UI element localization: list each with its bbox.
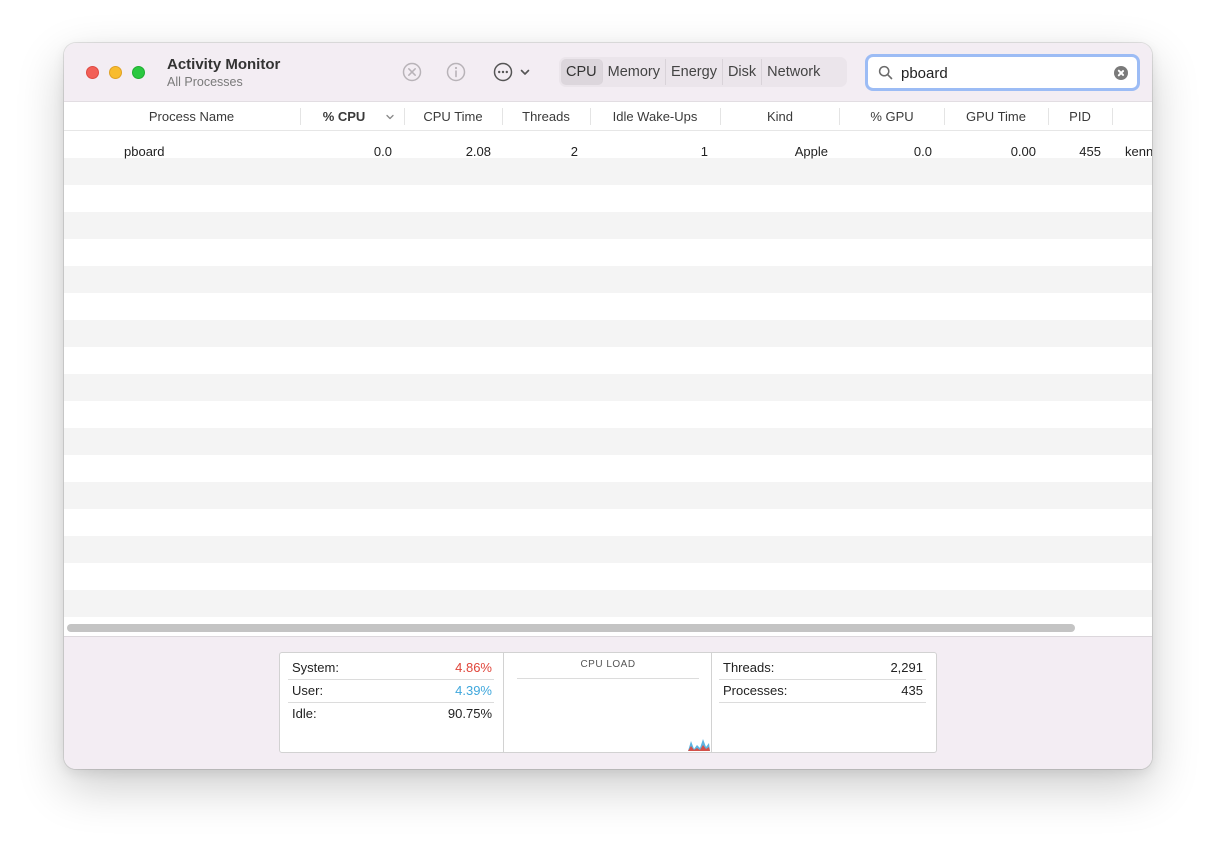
tab-network[interactable]: Network (762, 59, 825, 85)
cell-kind: Apple (794, 144, 828, 159)
cpu-load-divider (517, 678, 699, 679)
activity-monitor-window: Activity Monitor All Processes CPU Memor… (64, 43, 1152, 769)
cell-pid: 455 (1079, 144, 1101, 159)
table-row[interactable]: pboard 0.0 2.08 2 1 Apple 0.0 0.00 455 k… (64, 131, 1152, 173)
cpu-load-title: CPU LOAD (580, 659, 636, 670)
cell-threads: 2 (570, 144, 578, 159)
info-icon[interactable] (445, 61, 467, 83)
stat-threads: Threads: 2,291 (723, 657, 923, 679)
cell-cpu-percent: 0.0 (373, 144, 392, 159)
column-separator[interactable] (839, 108, 840, 125)
tab-energy[interactable]: Energy (666, 59, 723, 85)
column-separator[interactable] (590, 108, 591, 125)
column-separator[interactable] (404, 108, 405, 125)
cpu-summary-panel: System: 4.86% User: 4.39% Idle: 90.75% C… (64, 636, 1152, 769)
stat-threads-label: Threads: (723, 660, 775, 675)
cell-process-name: pboard (124, 144, 165, 159)
table-row-stripe (64, 374, 1152, 401)
stop-process-icon[interactable] (401, 61, 423, 83)
toolbar: Activity Monitor All Processes CPU Memor… (64, 43, 1152, 102)
table-row-stripe (64, 320, 1152, 347)
stat-system-value: 4.86% (455, 660, 492, 675)
column-separator[interactable] (944, 108, 945, 125)
app-subtitle[interactable]: All Processes (167, 75, 243, 89)
column-header-gpu-time[interactable]: GPU Time (946, 102, 1046, 131)
column-header-gpu-percent[interactable]: % GPU (842, 102, 942, 131)
table-row-stripe (64, 482, 1152, 509)
clear-search-icon[interactable] (1114, 66, 1128, 80)
stat-user: User: 4.39% (292, 680, 492, 702)
column-separator[interactable] (502, 108, 503, 125)
table-row-stripe (64, 212, 1152, 239)
stat-processes-value: 435 (901, 683, 923, 698)
cpu-load-graph (688, 739, 710, 751)
column-header-idle-wakeups[interactable]: Idle Wake-Ups (594, 102, 716, 131)
cell-cpu-time: 2.08 (465, 144, 491, 159)
column-separator[interactable] (1048, 108, 1049, 125)
stat-processes-label: Processes: (723, 683, 788, 698)
column-header-threads[interactable]: Threads (504, 102, 588, 131)
table-row-stripe (64, 266, 1152, 293)
search-icon (878, 65, 893, 80)
process-table: pboard 0.0 2.08 2 1 Apple 0.0 0.00 455 k… (64, 131, 1152, 621)
tab-cpu[interactable]: CPU (561, 59, 603, 85)
stat-user-value: 4.39% (455, 683, 492, 698)
chevron-down-icon[interactable] (518, 65, 532, 79)
column-separator[interactable] (1112, 108, 1113, 125)
stat-processes: Processes: 435 (723, 680, 923, 702)
table-header: Process Name % CPU CPU Time Threads Idle… (64, 102, 1152, 131)
column-header-pid[interactable]: PID (1050, 102, 1110, 131)
stat-system: System: 4.86% (292, 657, 492, 679)
close-window-button[interactable] (86, 66, 99, 79)
stat-divider (719, 702, 926, 703)
stat-idle-value: 90.75% (447, 706, 492, 721)
tab-memory[interactable]: Memory (603, 59, 666, 85)
zoom-window-button[interactable] (132, 66, 145, 79)
column-header-cpu-time[interactable]: CPU Time (409, 102, 497, 131)
stat-idle-label: Idle: (292, 706, 317, 721)
stat-threads-value: 2,291 (890, 660, 923, 675)
stat-idle: Idle: 90.75% (292, 703, 492, 725)
stat-user-label: User: (292, 683, 324, 698)
table-row-stripe (64, 428, 1152, 455)
stat-system-label: System: (292, 660, 339, 675)
tab-disk[interactable]: Disk (723, 59, 763, 85)
horizontal-scrollbar[interactable] (67, 624, 1075, 632)
search-input[interactable] (901, 62, 1101, 84)
cell-idle-wakeups: 1 (700, 144, 708, 159)
column-header-cpu-percent[interactable]: % CPU (308, 102, 380, 131)
table-row-stripe (64, 590, 1152, 617)
sort-descending-icon[interactable] (385, 112, 395, 122)
column-separator[interactable] (720, 108, 721, 125)
minimize-window-button[interactable] (109, 66, 122, 79)
cell-gpu-percent: 0.0 (913, 144, 932, 159)
app-title: Activity Monitor (167, 56, 281, 73)
table-row-stripe (64, 536, 1152, 563)
search-field[interactable] (865, 54, 1140, 91)
view-tabs: CPU Memory Energy Disk Network (559, 57, 847, 87)
column-separator[interactable] (300, 108, 301, 125)
more-options-icon[interactable] (492, 61, 514, 83)
column-header-kind[interactable]: Kind (724, 102, 836, 131)
cell-user: kenn (1125, 144, 1152, 159)
cpu-stats-box: System: 4.86% User: 4.39% Idle: 90.75% C… (279, 652, 937, 753)
cell-gpu-time: 0.00 (1010, 144, 1036, 159)
column-header-process-name[interactable]: Process Name (124, 102, 259, 131)
